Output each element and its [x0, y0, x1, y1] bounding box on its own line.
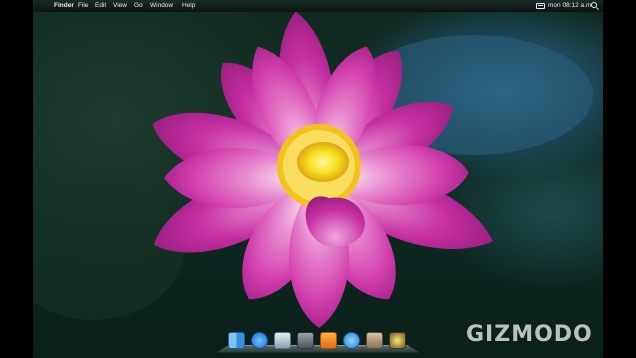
leaf-shape [33, 180, 183, 320]
menu-window[interactable]: Window [150, 0, 173, 12]
lotus-flower-icon [33, 11, 593, 328]
keyboard-input-icon[interactable] [536, 3, 545, 9]
ibooks-icon[interactable] [320, 332, 337, 349]
spotlight-search-icon[interactable] [591, 2, 597, 8]
facetime-icon[interactable] [297, 332, 314, 349]
menu-file[interactable]: File [78, 0, 88, 12]
letterbox-left [0, 0, 33, 358]
menu-edit[interactable]: Edit [95, 0, 106, 12]
finder-icon[interactable] [228, 332, 245, 349]
preview-icon[interactable] [274, 332, 291, 349]
menu-help[interactable]: Help [182, 0, 195, 12]
menu-clock[interactable]: mon 08:12 a.m. [548, 0, 593, 12]
dock [216, 328, 420, 354]
app-store-icon[interactable] [251, 332, 268, 349]
watermark: GIZMODO [466, 322, 593, 347]
desktop[interactable]: Finder File Edit View Go Window Help mon… [33, 0, 603, 358]
menu-finder[interactable]: Finder [54, 0, 74, 12]
seed-pod-shape [297, 142, 349, 182]
menu-view[interactable]: View [113, 0, 127, 12]
itunes-icon[interactable] [343, 332, 360, 349]
menu-bar: Finder File Edit View Go Window Help mon… [33, 0, 603, 12]
photos-icon[interactable] [366, 332, 383, 349]
letterbox-right [603, 0, 636, 358]
menu-go[interactable]: Go [134, 0, 143, 12]
imovie-icon[interactable] [389, 332, 406, 349]
